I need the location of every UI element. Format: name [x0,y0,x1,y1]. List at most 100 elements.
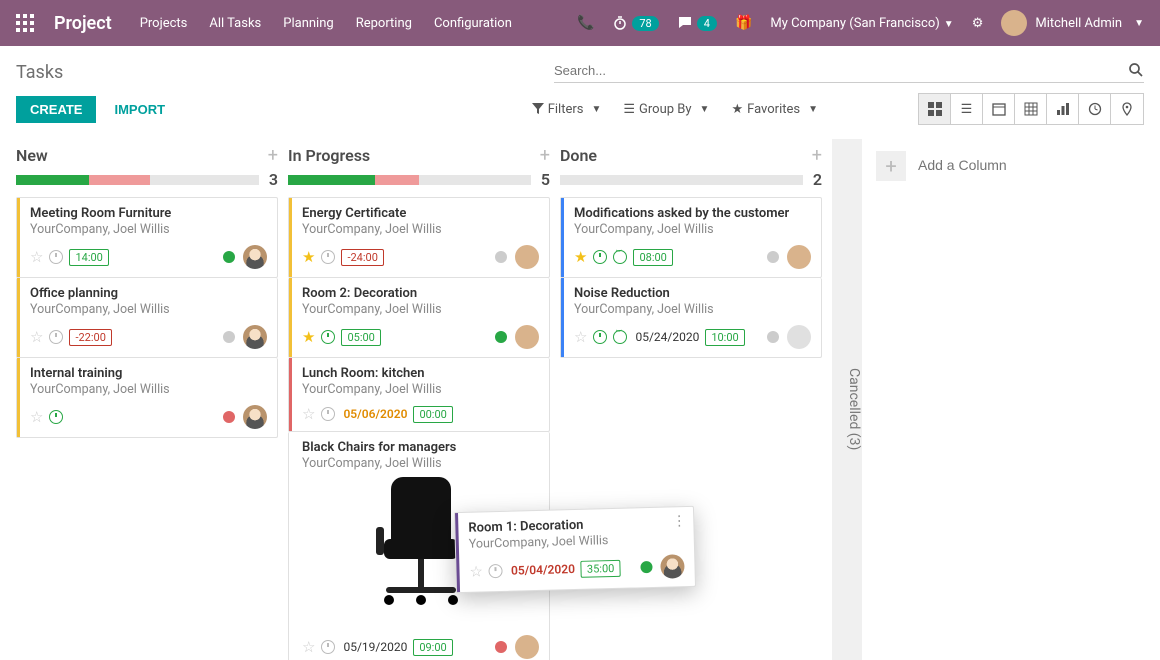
clock-icon[interactable] [593,330,607,344]
card-title: Meeting Room Furniture [30,206,267,221]
menu-projects[interactable]: Projects [140,16,188,31]
column-count: 3 [269,170,278,189]
smiley-icon[interactable] [613,330,627,344]
view-calendar[interactable] [983,94,1015,124]
view-list[interactable]: ☰ [951,94,983,124]
task-card[interactable]: Room 2: Decoration YourCompany, Joel Wil… [288,278,550,358]
timer-icon[interactable]: 78 [612,15,658,31]
user-menu[interactable]: Mitchell Admin ▼ [1001,10,1144,36]
timer-badge: 78 [632,16,658,31]
dragged-task-card[interactable]: ⋮ Room 1: Decoration YourCompany, Joel W… [454,506,696,593]
column-cancelled-collapsed[interactable]: Cancelled (3) [832,139,862,660]
filters-dropdown[interactable]: Filters▼ [532,102,602,117]
star-toggle[interactable]: ☆ [574,328,587,346]
star-toggle[interactable]: ☆ [30,248,43,266]
chat-icon[interactable]: 4 [677,15,717,31]
status-dot[interactable] [495,331,507,343]
assignee-avatar[interactable] [515,635,539,659]
view-map[interactable] [1111,94,1143,124]
assignee-avatar[interactable] [787,325,811,349]
user-avatar [1001,10,1027,36]
menu-all-tasks[interactable]: All Tasks [209,16,261,31]
assignee-avatar[interactable] [243,405,267,429]
add-column-button[interactable]: + [876,151,906,181]
search-box[interactable] [554,58,1144,83]
star-toggle[interactable]: ☆ [302,405,315,423]
card-title: Energy Certificate [302,206,539,221]
status-dot[interactable] [767,331,779,343]
task-card[interactable]: Office planning YourCompany, Joel Willis… [16,278,278,358]
clock-icon[interactable] [49,410,63,424]
view-kanban[interactable] [919,94,951,124]
star-toggle[interactable]: ★ [574,248,587,266]
star-toggle[interactable]: ☆ [469,562,483,580]
assignee-avatar[interactable] [243,245,267,269]
tools-icon[interactable]: ⚙ [972,16,984,31]
task-card[interactable]: Noise Reduction YourCompany, Joel Willis… [560,278,822,358]
clock-icon[interactable] [593,250,607,264]
card-subtitle: YourCompany, Joel Willis [302,456,539,471]
hours-chip: 10:00 [705,329,744,346]
clock-icon[interactable] [321,407,335,421]
menu-configuration[interactable]: Configuration [434,16,512,31]
kanban-board: New + 3 Meeting Room Furniture YourCompa… [0,139,1160,660]
status-dot[interactable] [767,251,779,263]
task-card[interactable]: Energy Certificate YourCompany, Joel Wil… [288,197,550,278]
status-dot[interactable] [223,331,235,343]
assignee-avatar[interactable] [515,325,539,349]
add-card-icon[interactable]: + [540,145,550,166]
task-card[interactable]: Lunch Room: kitchen YourCompany, Joel Wi… [288,358,550,432]
menu-reporting[interactable]: Reporting [356,16,412,31]
hours-chip: 09:00 [413,639,452,656]
assignee-avatar[interactable] [787,245,811,269]
star-toggle[interactable]: ☆ [30,328,43,346]
gift-icon[interactable]: 🎁 [735,15,752,31]
view-pivot[interactable] [1015,94,1047,124]
apps-icon[interactable] [16,14,54,32]
clock-icon[interactable] [49,250,63,264]
status-dot[interactable] [495,641,507,653]
task-card[interactable]: Modifications asked by the customer Your… [560,197,822,278]
clock-icon[interactable] [321,250,335,264]
add-card-icon[interactable]: + [812,145,822,166]
view-activity[interactable] [1079,94,1111,124]
card-title: Room 2: Decoration [302,286,539,301]
clock-icon[interactable] [321,330,335,344]
star-toggle[interactable]: ☆ [302,638,315,656]
phone-icon[interactable]: 📞 [577,15,594,31]
add-card-icon[interactable]: + [268,145,278,166]
view-graph[interactable] [1047,94,1079,124]
groupby-dropdown[interactable]: ☰ Group By▼ [623,102,709,117]
progress-bar [560,175,803,185]
star-toggle[interactable]: ★ [302,248,315,266]
task-card[interactable]: Internal training YourCompany, Joel Will… [16,358,278,438]
task-card[interactable]: Meeting Room Furniture YourCompany, Joel… [16,197,278,278]
assignee-avatar[interactable] [660,554,685,579]
search-input[interactable] [554,63,1128,78]
status-dot[interactable] [640,561,652,573]
filter-icon [532,103,544,115]
app-brand[interactable]: Project [54,13,112,34]
star-toggle[interactable]: ☆ [30,408,43,426]
clock-icon[interactable] [49,330,63,344]
company-switcher[interactable]: My Company (San Francisco)▼ [770,16,953,31]
clock-icon[interactable] [489,564,503,578]
star-toggle[interactable]: ★ [302,328,315,346]
add-column-input[interactable] [918,157,1099,173]
card-menu-icon[interactable]: ⋮ [672,513,685,529]
search-icon[interactable] [1128,62,1144,78]
favorites-dropdown[interactable]: ★ Favorites▼ [731,102,818,117]
status-dot[interactable] [495,251,507,263]
groupby-label: Group By [639,102,692,117]
star-icon: ★ [731,102,743,117]
create-button[interactable]: CREATE [16,96,96,123]
assignee-avatar[interactable] [515,245,539,269]
status-dot[interactable] [223,251,235,263]
assignee-avatar[interactable] [243,325,267,349]
collapsed-column-label: Cancelled (3) [846,368,862,450]
smiley-icon[interactable] [613,250,627,264]
import-button[interactable]: IMPORT [114,102,165,117]
status-dot[interactable] [223,411,235,423]
menu-planning[interactable]: Planning [283,16,333,31]
clock-icon[interactable] [321,640,335,654]
